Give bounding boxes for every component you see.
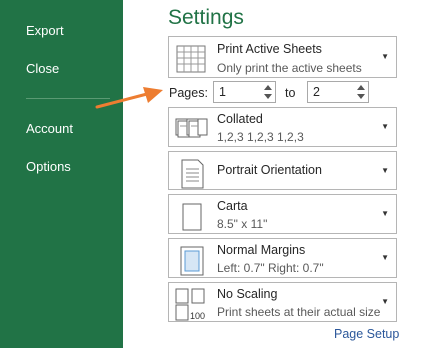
portrait-page-icon	[181, 159, 204, 189]
print-what-description: Only print the active sheets	[217, 61, 362, 75]
scaling-description: Print sheets at their actual size	[217, 305, 381, 319]
spinner-arrows-icon[interactable]	[262, 83, 274, 101]
scaling-percent-text: 100	[190, 311, 205, 321]
scaling-dropdown[interactable]: 100 No Scaling Print sheets at their act…	[168, 282, 397, 322]
sheet-grid-icon	[176, 45, 206, 73]
page-setup-link[interactable]: Page Setup	[334, 327, 399, 341]
print-what-dropdown[interactable]: Print Active Sheets Only print the activ…	[168, 36, 397, 78]
sidebar-item-close[interactable]: Close	[26, 61, 59, 76]
chevron-down-icon: ▼	[381, 166, 389, 175]
pages-to-label: to	[285, 86, 296, 100]
orientation-label: Portrait Orientation	[217, 163, 322, 177]
collation-dropdown[interactable]: Collated 1,2,3 1,2,3 1,2,3 ▼	[168, 107, 397, 147]
sidebar-item-account[interactable]: Account	[26, 121, 73, 136]
pages-to-value[interactable]: 2	[313, 85, 320, 99]
orientation-dropdown[interactable]: Portrait Orientation ▼	[168, 151, 397, 190]
chevron-down-icon: ▼	[381, 52, 389, 61]
collated-pages-icon	[175, 118, 208, 138]
margins-dropdown[interactable]: Normal Margins Left: 0.7" Right: 0.7" ▼	[168, 238, 397, 278]
collation-description: 1,2,3 1,2,3 1,2,3	[217, 130, 304, 144]
sidebar-item-export[interactable]: Export	[26, 23, 64, 38]
no-scaling-icon: 100	[175, 288, 205, 321]
sidebar-item-options[interactable]: Options	[26, 159, 71, 174]
pages-label: Pages:	[169, 86, 208, 100]
print-what-label: Print Active Sheets	[217, 42, 322, 56]
pages-from-spinner[interactable]: 1	[213, 81, 276, 103]
paper-size-label: Carta	[217, 199, 248, 213]
pages-to-spinner[interactable]: 2	[307, 81, 369, 103]
collation-label: Collated	[217, 112, 263, 126]
annotation-arrow-icon	[95, 87, 163, 109]
margins-description: Left: 0.7" Right: 0.7"	[217, 261, 324, 275]
margins-icon	[180, 246, 204, 276]
margins-label: Normal Margins	[217, 243, 306, 257]
spinner-arrows-icon[interactable]	[355, 83, 367, 101]
paper-size-dropdown[interactable]: Carta 8.5" x 11" ▼	[168, 194, 397, 234]
paper-size-icon	[182, 203, 202, 231]
chevron-down-icon: ▼	[381, 209, 389, 218]
settings-title: Settings	[168, 6, 244, 29]
chevron-down-icon: ▼	[381, 297, 389, 306]
chevron-down-icon: ▼	[381, 253, 389, 262]
paper-size-description: 8.5" x 11"	[217, 217, 268, 231]
pages-from-value[interactable]: 1	[219, 85, 226, 99]
chevron-down-icon: ▼	[381, 122, 389, 131]
backstage-sidebar: Export Close Account Options	[0, 0, 123, 348]
scaling-label: No Scaling	[217, 287, 278, 301]
